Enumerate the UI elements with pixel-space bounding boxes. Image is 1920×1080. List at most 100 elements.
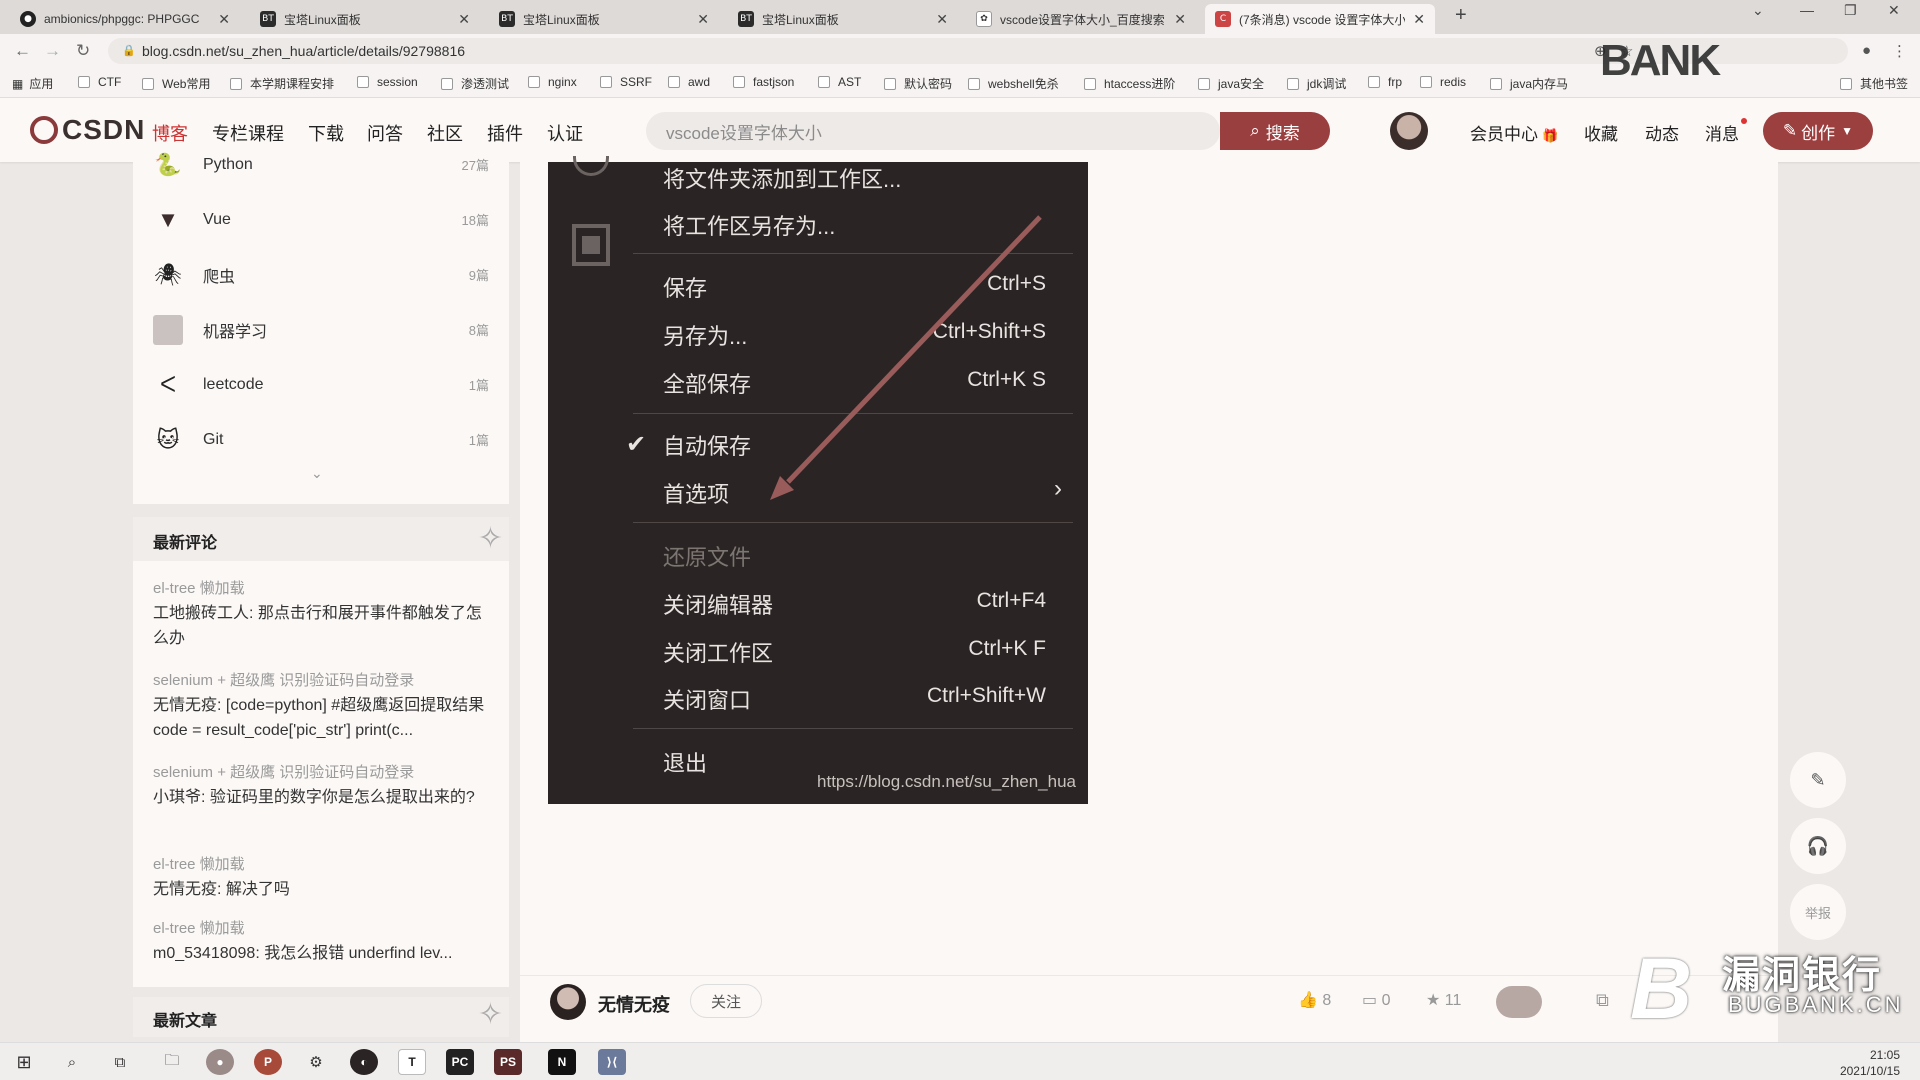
category-item-vue[interactable]: ▼ Vue 18篇: [133, 192, 509, 247]
comment-text[interactable]: 小琪爷: 验证码里的数字你是怎么提取出来的?: [153, 785, 493, 810]
comment-article-link[interactable]: el-tree 懒加载: [153, 577, 245, 598]
messages-link[interactable]: 消息: [1705, 120, 1739, 145]
comment-text[interactable]: m0_53418098: 我怎么报错 underfind lev...: [153, 941, 493, 966]
bookmark-item[interactable]: redis: [1420, 75, 1466, 89]
search-button[interactable]: ⌕ 搜索: [1220, 112, 1330, 150]
bookmark-item[interactable]: java内存马: [1490, 75, 1568, 92]
bookmark-item[interactable]: htaccess进阶: [1084, 75, 1175, 92]
windows-start-icon[interactable]: ⊞: [10, 1049, 38, 1075]
close-icon[interactable]: ✕: [458, 11, 470, 28]
category-item-python[interactable]: 🐍 Python 27篇: [133, 137, 509, 192]
task-view-icon[interactable]: ⧉: [106, 1049, 134, 1075]
bookmark-item[interactable]: 默认密码: [884, 75, 952, 92]
category-item-leetcode[interactable]: ᐸ leetcode 1篇: [133, 357, 509, 412]
follow-button[interactable]: 关注: [690, 984, 762, 1018]
bookmark-other[interactable]: 其他书签: [1840, 75, 1908, 92]
bookmark-item[interactable]: frp: [1368, 75, 1402, 89]
bookmark-item[interactable]: nginx: [528, 75, 577, 89]
comment-text[interactable]: 无情无疫: [code=python] #超级鹰返回提取结果 code = re…: [153, 693, 493, 743]
report-button[interactable]: 举报: [1790, 884, 1846, 940]
back-icon[interactable]: ←: [14, 41, 31, 61]
star-count: 11: [1444, 992, 1462, 1009]
bookmark-item[interactable]: session: [357, 75, 418, 89]
author-name[interactable]: 无情无疫: [598, 991, 670, 1017]
customer-service-button[interactable]: 🎧: [1790, 818, 1846, 874]
powerpoint-icon[interactable]: P: [254, 1049, 282, 1075]
favorites-link[interactable]: 收藏: [1584, 120, 1618, 145]
share-icon[interactable]: ⧉: [1596, 990, 1609, 1011]
reload-icon[interactable]: ↻: [76, 41, 90, 61]
like-count: 8: [1322, 992, 1332, 1009]
forward-icon[interactable]: →: [44, 41, 61, 61]
bookmark-item[interactable]: webshell免杀: [968, 75, 1059, 92]
nav-certification[interactable]: 认证: [547, 120, 583, 146]
user-avatar[interactable]: [1390, 112, 1428, 150]
like-button[interactable]: 👍 8: [1298, 990, 1331, 1010]
bookmark-apps[interactable]: ▦ 应用: [12, 75, 53, 92]
expand-chevron-icon[interactable]: ⌄: [311, 465, 323, 482]
notion-icon[interactable]: N: [548, 1049, 576, 1075]
bookmark-page-icon: [78, 76, 90, 88]
bookmark-item[interactable]: CTF: [78, 75, 121, 89]
new-tab-button[interactable]: +: [1455, 4, 1467, 27]
browser-menu-icon[interactable]: ⋮: [1892, 42, 1907, 60]
phpstorm-icon[interactable]: PS: [494, 1049, 522, 1075]
bookmark-item[interactable]: jdk调试: [1287, 75, 1346, 92]
search-input[interactable]: vscode设置字体大小: [646, 112, 1220, 150]
activity-link[interactable]: 动态: [1645, 120, 1679, 145]
vip-center-link[interactable]: 会员中心 🎁: [1470, 120, 1558, 145]
lock-icon: 🔒: [122, 45, 136, 57]
taskbar-search-icon[interactable]: ⌕: [58, 1049, 86, 1075]
browser-tab[interactable]: BT 宝塔Linux面板 ✕: [489, 4, 719, 34]
bookmark-item[interactable]: fastjson: [733, 75, 794, 89]
chrome-icon[interactable]: ●: [206, 1049, 234, 1075]
file-explorer-icon[interactable]: 🗀: [158, 1049, 186, 1075]
browser-tab-active[interactable]: C (7条消息) vscode 设置字体大小 ✕: [1205, 4, 1435, 34]
csdn-logo[interactable]: CSDN: [30, 114, 145, 146]
comment-article-link[interactable]: el-tree 懒加载: [153, 853, 245, 874]
comment-article-link[interactable]: el-tree 懒加载: [153, 917, 245, 938]
bookmark-item[interactable]: SSRF: [600, 75, 652, 89]
collect-button[interactable]: ★ 11: [1426, 990, 1461, 1010]
close-window-button[interactable]: ✕: [1888, 2, 1900, 19]
browser-tab[interactable]: BT 宝塔Linux面板 ✕: [250, 4, 480, 34]
bookmark-item[interactable]: 渗透测试: [441, 75, 509, 92]
category-item-git[interactable]: 🐱 Git 1篇: [133, 412, 509, 467]
bookmark-item[interactable]: AST: [818, 75, 861, 89]
app-icon[interactable]: ⚙: [302, 1049, 330, 1075]
close-icon[interactable]: ✕: [936, 11, 948, 28]
profile-avatar-icon[interactable]: ●: [1862, 42, 1871, 59]
minimize-button[interactable]: —: [1800, 2, 1814, 18]
url-input[interactable]: 🔒 blog.csdn.net/su_zhen_hua/article/deta…: [108, 38, 1848, 64]
comment-article-link[interactable]: selenium + 超级鹰 识别验证码自动登录: [153, 761, 414, 782]
app-icon[interactable]: ◐: [350, 1049, 378, 1075]
comment-text[interactable]: 无情无疫: 解决了吗: [153, 877, 493, 902]
close-icon[interactable]: ✕: [1413, 11, 1425, 28]
tab-search-icon[interactable]: ⌄: [1752, 2, 1764, 19]
comment-button[interactable]: ▭ 0: [1362, 990, 1390, 1010]
browser-tab[interactable]: ✿ vscode设置字体大小_百度搜索 ✕: [966, 4, 1196, 34]
pycharm-icon[interactable]: PC: [446, 1049, 474, 1075]
comment-article-link[interactable]: selenium + 超级鹰 识别验证码自动登录: [153, 669, 414, 690]
category-item-spider[interactable]: 🕷 爬虫 9篇: [133, 247, 509, 302]
bookmark-item[interactable]: 本学期课程安排: [230, 75, 334, 92]
category-item-ml[interactable]: 机器学习 8篇: [133, 302, 509, 357]
browser-tab[interactable]: ● ambionics/phpggc: PHPGGC ✕: [10, 4, 240, 34]
close-icon[interactable]: ✕: [218, 11, 230, 28]
chevron-down-icon: ▼: [1841, 124, 1854, 138]
vscode-icon[interactable]: ⟩⟨: [598, 1049, 626, 1075]
bookmark-item[interactable]: Web常用: [142, 75, 210, 92]
create-button[interactable]: ✎ 创作 ▼: [1763, 112, 1873, 150]
author-avatar[interactable]: [550, 984, 586, 1020]
browser-tab[interactable]: BT 宝塔Linux面板 ✕: [728, 4, 958, 34]
write-note-button[interactable]: ✎: [1790, 752, 1846, 808]
bookmark-item[interactable]: awd: [668, 75, 710, 89]
close-icon[interactable]: ✕: [1174, 11, 1186, 28]
bookmark-item[interactable]: java安全: [1198, 75, 1264, 92]
taskbar-clock[interactable]: 21:05 2021/10/15: [1840, 1047, 1900, 1079]
reward-icon[interactable]: [1496, 986, 1542, 1018]
maximize-button[interactable]: ❐: [1844, 2, 1857, 19]
comment-text[interactable]: 工地搬砖工人: 那点击行和展开事件都触发了怎么办: [153, 601, 493, 651]
close-icon[interactable]: ✕: [697, 11, 709, 28]
typora-icon[interactable]: T: [398, 1049, 426, 1075]
